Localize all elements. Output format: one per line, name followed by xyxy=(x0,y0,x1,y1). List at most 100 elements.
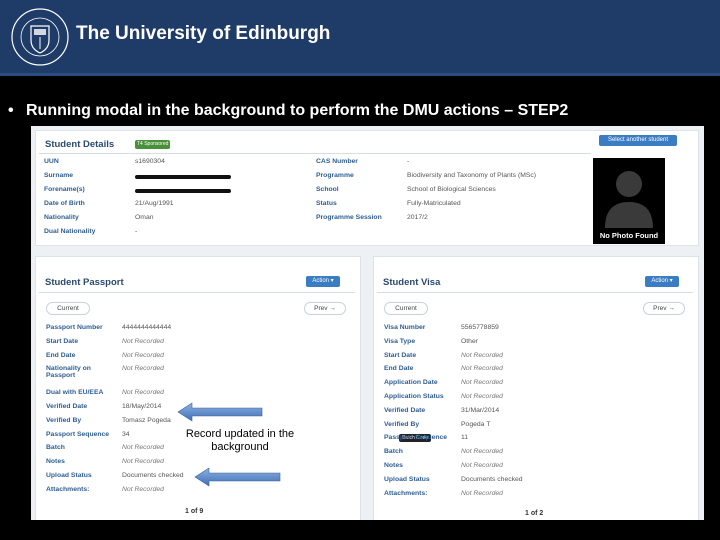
visa-row-label: Attachments: xyxy=(384,489,428,497)
bullet-marker: • xyxy=(8,102,14,119)
record-updated-callout: Record updated in the background xyxy=(185,428,295,453)
detail-row-value: Biodiversity and Taxonomy of Plants (MSc… xyxy=(407,172,537,179)
slide-bullet: • Running modal in the background to perf… xyxy=(8,102,568,120)
visa-row-label: Application Date xyxy=(384,379,438,387)
visa-row-value: Not Recorded xyxy=(461,379,503,387)
redacted-forename xyxy=(135,189,231,193)
passport-pager[interactable]: 1 of 9 xyxy=(185,508,203,515)
visa-current-tab[interactable]: Current xyxy=(384,302,428,315)
passport-row-label: Dual with EU/EEA xyxy=(46,389,104,397)
passport-row-label: End Date xyxy=(46,351,76,359)
passport-row-value: Not Recorded xyxy=(122,444,164,452)
student-details-title: Student Details xyxy=(45,139,115,150)
detail-row-label: Dual Nationality xyxy=(44,228,96,235)
passport-action-button[interactable]: Action ▾ xyxy=(306,276,340,287)
details-divider xyxy=(39,153,591,154)
passport-prev-button[interactable]: Prev → xyxy=(304,302,346,315)
detail-row-label: CAS Number xyxy=(316,158,358,165)
select-another-student-button[interactable]: Select another student xyxy=(599,135,677,146)
student-passport-title: Student Passport xyxy=(45,277,124,288)
detail-row-label: Programme Session xyxy=(316,214,382,221)
university-banner: The University of Edinburgh xyxy=(0,0,720,76)
visa-row-value: Not Recorded xyxy=(461,351,503,359)
passport-divider xyxy=(39,292,355,293)
visa-row-label: Visa Type xyxy=(384,337,416,345)
passport-row-value: Not Recorded xyxy=(122,351,164,359)
visa-row-label: Verified Date xyxy=(384,406,426,414)
passport-row-label: Verified Date xyxy=(46,403,88,410)
person-silhouette-icon xyxy=(605,171,653,228)
visa-prev-button[interactable]: Prev → xyxy=(643,302,685,315)
detail-row-label: Date of Birth xyxy=(44,200,85,207)
visa-row-label: Notes xyxy=(384,462,403,469)
detail-row-value: - xyxy=(407,158,410,165)
visa-row-label: Start Date xyxy=(384,351,417,359)
passport-row-label: Verified By xyxy=(46,416,82,424)
visa-row-value: Documents checked xyxy=(461,475,523,483)
no-photo-label: No Photo Found xyxy=(599,231,659,240)
sponsored-tag: T4 Sponsored xyxy=(135,140,171,149)
visa-row-label: Visa Number xyxy=(384,324,426,331)
passport-row-value: Documents checked xyxy=(122,472,184,479)
bullet-text: Running modal in the background to perfo… xyxy=(26,102,569,119)
visa-row-label: Verified By xyxy=(384,420,420,428)
passport-current-tab[interactable]: Current xyxy=(46,302,90,315)
visa-row-value: Not Recorded xyxy=(461,393,503,400)
passport-row-label: Passport Sequence xyxy=(46,430,110,438)
passport-row-value: Not Recorded xyxy=(122,485,164,493)
redacted-surname xyxy=(135,175,231,179)
detail-row-label: School xyxy=(316,186,339,193)
visa-row-value: Pogeda T xyxy=(461,420,491,428)
visa-row-value: Not Recorded xyxy=(461,462,503,469)
passport-row-value: Not Recorded xyxy=(122,337,164,345)
visa-row-label: Application Status xyxy=(384,393,444,400)
detail-row-label: Forename(s) xyxy=(44,186,85,193)
university-crest-logo xyxy=(11,8,69,66)
visa-row-value: Other xyxy=(461,337,478,345)
passport-row-label: Batch xyxy=(46,444,65,452)
detail-row-label: Nationality xyxy=(44,214,79,221)
visa-row-label: Upload Status xyxy=(384,475,430,483)
visa-row-label: Passport Sequence xyxy=(384,434,448,442)
passport-row-value: Not Recorded xyxy=(122,389,164,397)
visa-row-value: Not Recorded xyxy=(461,489,503,497)
passport-row-label: Upload Status xyxy=(46,472,92,479)
university-title: The University of Edinburgh xyxy=(76,23,331,44)
visa-row-value: 5565778859 xyxy=(461,324,499,331)
passport-row-value: 34 xyxy=(122,430,130,438)
passport-row-label: Attachments: xyxy=(46,485,90,493)
visa-action-button[interactable]: Action ▾ xyxy=(645,276,679,287)
visa-pager[interactable]: 1 of 2 xyxy=(525,510,543,517)
detail-row-value: 2017/2 xyxy=(407,214,428,221)
passport-row-value: Not Recorded xyxy=(122,458,164,466)
passport-row-label: Nationality on Passport xyxy=(46,365,91,380)
student-photo-placeholder: No Photo Found xyxy=(593,158,665,244)
passport-row-value: 18/May/2014 xyxy=(122,403,162,410)
passport-row-label: Notes xyxy=(46,458,65,466)
detail-row-label: Status xyxy=(316,200,337,207)
detail-row-label: Surname xyxy=(44,172,74,179)
detail-row-value: s1690304 xyxy=(135,158,165,165)
detail-row-value: - xyxy=(135,228,138,235)
student-visa-title: Student Visa xyxy=(383,277,441,288)
visa-row-label: End Date xyxy=(384,365,414,373)
detail-row-value: 21/Aug/1991 xyxy=(135,200,174,207)
detail-row-label: UUN xyxy=(44,158,59,165)
detail-row-value: Oman xyxy=(135,214,154,221)
detail-row-value: Fully-Matriculated xyxy=(407,200,461,207)
student-passport-panel xyxy=(35,256,361,520)
passport-row-label: Passport Number xyxy=(46,324,103,331)
visa-row-value: Not Recorded xyxy=(461,365,503,373)
detail-row-value: School of Biological Sciences xyxy=(407,186,496,193)
visa-row-label: Batch xyxy=(384,448,403,456)
slide: The University of Edinburgh • Running mod… xyxy=(0,0,720,540)
application-screenshot: Student Details T4 Sponsored Select anot… xyxy=(31,126,704,520)
passport-row-value: 4444444444444 xyxy=(122,324,172,331)
passport-row-value: Not Recorded xyxy=(122,365,164,373)
visa-row-value: Not Recorded xyxy=(461,448,503,456)
visa-row-value: 31/Mar/2014 xyxy=(461,406,500,414)
passport-row-value: Tomasz Pogeda xyxy=(122,416,171,424)
visa-divider xyxy=(377,292,693,293)
visa-row-value: 11 xyxy=(461,434,469,442)
detail-row-label: Programme xyxy=(316,172,354,179)
